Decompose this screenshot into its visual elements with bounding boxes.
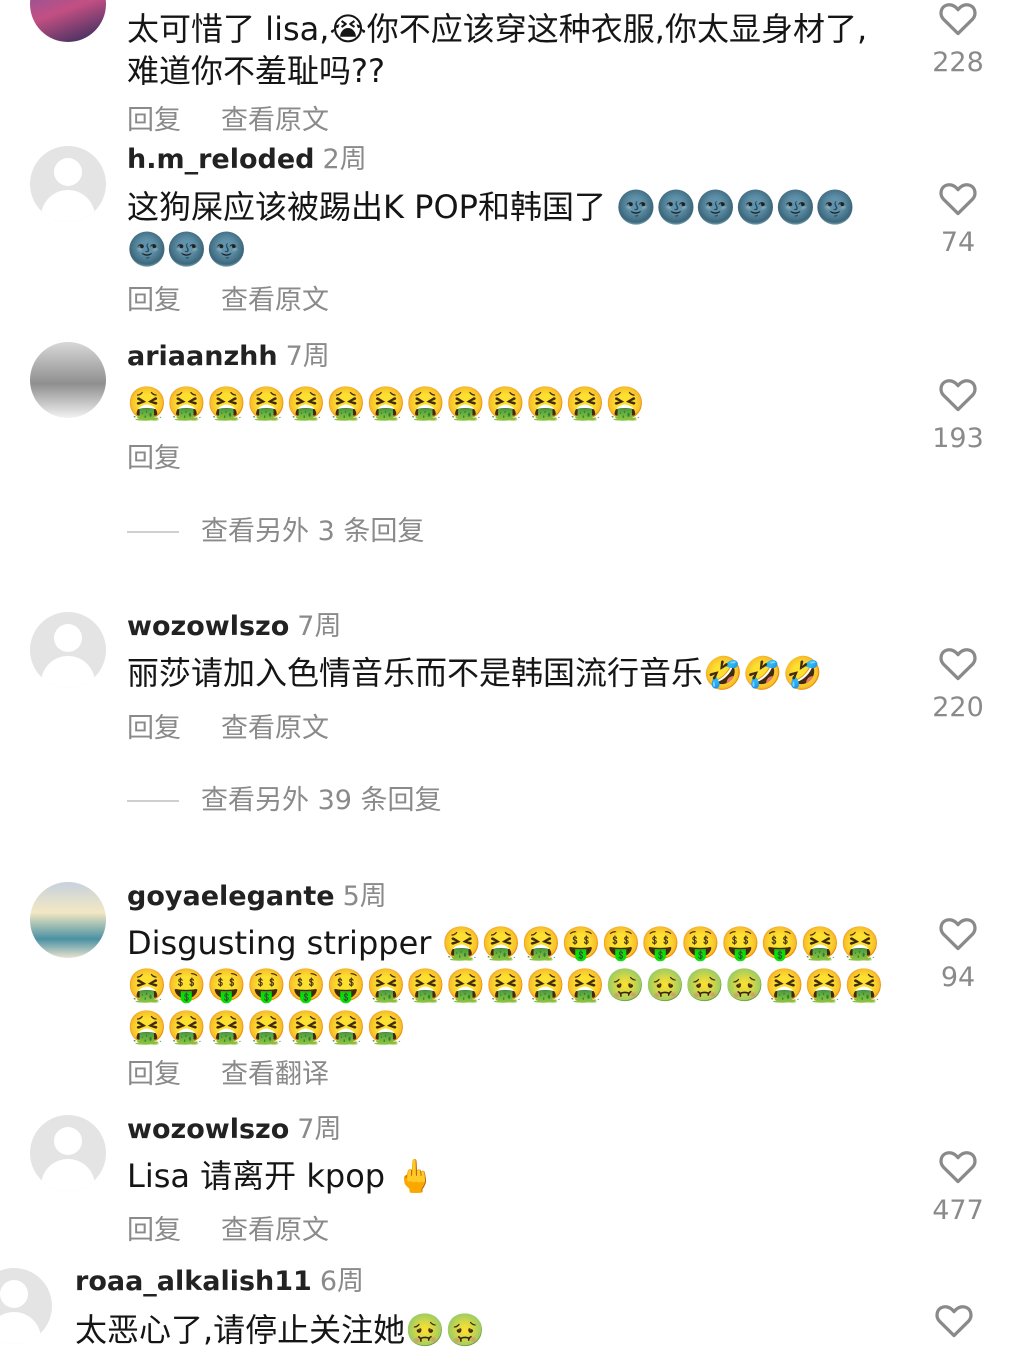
comment-avatar[interactable] bbox=[30, 342, 106, 418]
comment-actions: 回复 查看原文 bbox=[127, 1214, 329, 1248]
heart-outline-icon bbox=[939, 648, 977, 681]
comment-age: 7周 bbox=[297, 1114, 342, 1145]
username[interactable]: h.m_reloded bbox=[127, 144, 315, 175]
heart-outline-icon bbox=[939, 1151, 977, 1184]
comment-header: ariaanzhh 7周 bbox=[127, 340, 330, 374]
comment-header: goyaelegante 5周 bbox=[127, 880, 387, 914]
view-more-label: 查看另外 3 条回复 bbox=[201, 516, 425, 547]
comment-age: 6周 bbox=[319, 1266, 365, 1297]
heart-outline-icon bbox=[939, 918, 977, 951]
heart-outline-icon bbox=[939, 379, 977, 412]
comment-age: 7周 bbox=[285, 341, 330, 372]
view-original-button[interactable]: 查看原文 bbox=[221, 1215, 329, 1246]
heart-outline-icon bbox=[935, 1305, 973, 1338]
reply-button[interactable]: 回复 bbox=[127, 285, 181, 316]
comment-text: 太可惜了 lisa,😭你不应该穿这种衣服,你太显身材了,难道你不羞耻吗?? bbox=[127, 10, 868, 90]
comment-text: 太恶心了,请停止关注她🤢🤢 bbox=[75, 1311, 485, 1349]
comment-actions: 回复 查看翻译 bbox=[127, 1058, 329, 1092]
like-control[interactable]: 220 bbox=[918, 645, 998, 725]
view-more-replies[interactable]: 查看另外 3 条回复 bbox=[127, 515, 424, 549]
view-original-button[interactable]: 查看原文 bbox=[221, 105, 329, 136]
like-control[interactable]: 74 bbox=[918, 180, 998, 260]
comment-avatar[interactable] bbox=[30, 0, 106, 42]
username[interactable]: wozowlszo bbox=[127, 1114, 289, 1145]
like-control[interactable]: 228 bbox=[918, 0, 998, 80]
comment-avatar[interactable] bbox=[30, 882, 106, 958]
comment-avatar[interactable] bbox=[30, 1115, 106, 1191]
comment-actions: 回复 查看原文 bbox=[127, 104, 329, 138]
like-control[interactable]: 94 bbox=[918, 915, 998, 995]
comment-text: Disgusting stripper 🤮🤮🤮🤑🤑🤑🤑🤑🤑🤮🤮🤮🤑🤑🤑🤑🤑🤮🤮🤮… bbox=[127, 924, 885, 1046]
reply-button[interactable]: 回复 bbox=[127, 1059, 181, 1090]
reply-button[interactable]: 回复 bbox=[127, 713, 181, 744]
like-count: 477 bbox=[932, 1195, 984, 1226]
like-count: 94 bbox=[940, 962, 976, 993]
like-count: 193 bbox=[932, 423, 984, 454]
comment-text: 丽莎请加入色情音乐而不是韩国流行音乐🤣🤣🤣 bbox=[127, 654, 823, 692]
comment-header: roaa_alkalish11 6周 bbox=[75, 1265, 364, 1299]
heart-outline-icon bbox=[939, 3, 977, 36]
reply-button[interactable]: 回复 bbox=[127, 105, 181, 136]
view-original-button[interactable]: 查看原文 bbox=[221, 713, 329, 744]
divider bbox=[127, 531, 179, 533]
like-control[interactable] bbox=[914, 1302, 994, 1338]
username[interactable]: wozowlszo bbox=[127, 611, 289, 642]
reply-button[interactable]: 回复 bbox=[127, 1215, 181, 1246]
like-count: 228 bbox=[932, 47, 984, 78]
comment-avatar[interactable] bbox=[30, 612, 106, 688]
see-translation-button[interactable]: 查看翻译 bbox=[221, 1059, 329, 1090]
reply-button[interactable]: 回复 bbox=[127, 443, 181, 474]
comment-age: 2周 bbox=[322, 144, 367, 175]
comment-text: Lisa 请离开 kpop 🖕 bbox=[127, 1157, 436, 1195]
comment-text: 这狗屎应该被踢出K POP和韩国了 🌚🌚🌚🌚🌚🌚🌚🌚🌚 bbox=[127, 188, 856, 268]
view-original-button[interactable]: 查看原文 bbox=[221, 285, 329, 316]
like-count: 220 bbox=[932, 692, 984, 723]
comment-age: 5周 bbox=[342, 881, 387, 912]
view-more-label: 查看另外 39 条回复 bbox=[201, 785, 442, 816]
comment-avatar[interactable] bbox=[30, 146, 106, 222]
heart-outline-icon bbox=[939, 183, 977, 216]
comment-avatar[interactable] bbox=[0, 1268, 52, 1344]
username[interactable]: ariaanzhh bbox=[127, 341, 278, 372]
comment-actions: 回复 bbox=[127, 442, 181, 476]
username[interactable]: goyaelegante bbox=[127, 881, 335, 912]
like-control[interactable]: 477 bbox=[918, 1148, 998, 1228]
comment-header: wozowlszo 7周 bbox=[127, 1113, 341, 1147]
comment-actions: 回复 查看原文 bbox=[127, 284, 329, 318]
comment-actions: 回复 查看原文 bbox=[127, 712, 329, 746]
comment-text: 🤮🤮🤮🤮🤮🤮🤮🤮🤮🤮🤮🤮🤮 bbox=[127, 384, 645, 422]
like-count: 74 bbox=[940, 227, 976, 258]
comment-header: h.m_reloded 2周 bbox=[127, 143, 367, 177]
divider bbox=[127, 800, 179, 802]
view-more-replies[interactable]: 查看另外 39 条回复 bbox=[127, 784, 442, 818]
like-control[interactable]: 193 bbox=[918, 376, 998, 456]
comment-age: 7周 bbox=[297, 611, 342, 642]
comment-header: wozowlszo 7周 bbox=[127, 610, 341, 644]
username[interactable]: roaa_alkalish11 bbox=[75, 1266, 312, 1297]
